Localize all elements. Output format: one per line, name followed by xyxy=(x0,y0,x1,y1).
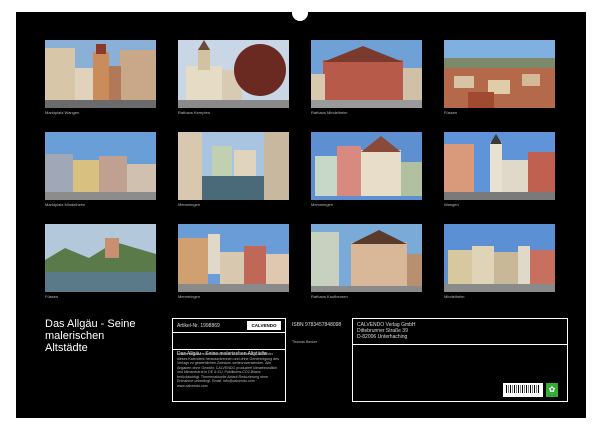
calendar-title: Das Allgäu - Seine malerischen Altstädte xyxy=(45,318,136,354)
photo-caption: Rathaus Kaufbeuren xyxy=(311,294,348,299)
town-photo xyxy=(444,40,555,108)
photo-tile: Wangen xyxy=(444,132,555,208)
town-photo xyxy=(178,40,289,108)
photo-tile: Rathaus Kaufbeuren xyxy=(311,224,422,300)
isbn: ISBN 9783457848098 xyxy=(292,322,342,328)
author: Thomas Becker xyxy=(292,340,318,344)
town-photo xyxy=(45,224,156,292)
town-photo xyxy=(178,224,289,292)
photo-tile: Marktplatz Mindelheim xyxy=(45,132,156,208)
photo-caption: Mindelheim xyxy=(444,294,465,299)
article-row: Artikel-Nr. 1998869 CALVENDO xyxy=(173,319,285,333)
publisher-city: D-82006 Unterhaching xyxy=(357,334,408,340)
town-photo xyxy=(311,40,422,108)
legal-text: Inhalte bestehender Schutzrechte ist es … xyxy=(177,352,279,388)
photo-caption: Wangen xyxy=(444,202,459,207)
info-box: Artikel-Nr. 1998869 CALVENDO Das Allgäu … xyxy=(172,318,286,402)
photo-tile: Marktplatz Wangen xyxy=(45,40,156,116)
photo-tile: Memmingen xyxy=(178,132,289,208)
town-photo xyxy=(444,132,555,200)
town-photo xyxy=(311,132,422,200)
photo-caption: Rathaus Mindelheim xyxy=(311,110,348,115)
photo-tile: Rathaus Mindelheim xyxy=(311,40,422,116)
photo-tile: Memmingen xyxy=(311,132,422,208)
photo-tile: Memmingen xyxy=(178,224,289,300)
photo-caption: Füssen xyxy=(45,294,59,299)
divider xyxy=(353,344,567,345)
photo-caption: Marktplatz Mindelheim xyxy=(45,202,86,207)
town-photo xyxy=(45,40,156,108)
photo-caption: Marktplatz Wangen xyxy=(45,110,80,115)
town-photo xyxy=(444,224,555,292)
town-photo xyxy=(178,132,289,200)
photo-tile: Füssen xyxy=(45,224,156,300)
photo-caption: Memmingen xyxy=(178,202,201,207)
photo-grid: Marktplatz Wangen Rathaus Kempten Rathau… xyxy=(45,40,555,300)
isbn-block: ISBN 9783457848098 Thomas Becker xyxy=(288,318,348,402)
town-photo xyxy=(45,132,156,200)
calvendo-logo: CALVENDO xyxy=(247,321,281,330)
leaf-icon: ✿ xyxy=(546,383,558,397)
photo-caption: Memmingen xyxy=(178,294,201,299)
article-number: Artikel-Nr. 1998869 xyxy=(177,323,220,329)
publisher-box: CALVENDO Verlag GmbH Dittebrunner Straße… xyxy=(352,318,568,402)
subtitle-row: Das Allgäu - Seine malerischen Altstädte xyxy=(173,333,285,357)
photo-caption: Füssen xyxy=(444,110,458,115)
barcode xyxy=(503,383,543,397)
photo-caption: Memmingen xyxy=(311,202,334,207)
town-photo xyxy=(311,224,422,292)
photo-tile: Rathaus Kempten xyxy=(178,40,289,116)
photo-tile: Füssen xyxy=(444,40,555,116)
photo-tile: Mindelheim xyxy=(444,224,555,300)
calendar-sheet: Marktplatz Wangen Rathaus Kempten Rathau… xyxy=(16,12,586,418)
photo-caption: Rathaus Kempten xyxy=(178,110,211,115)
